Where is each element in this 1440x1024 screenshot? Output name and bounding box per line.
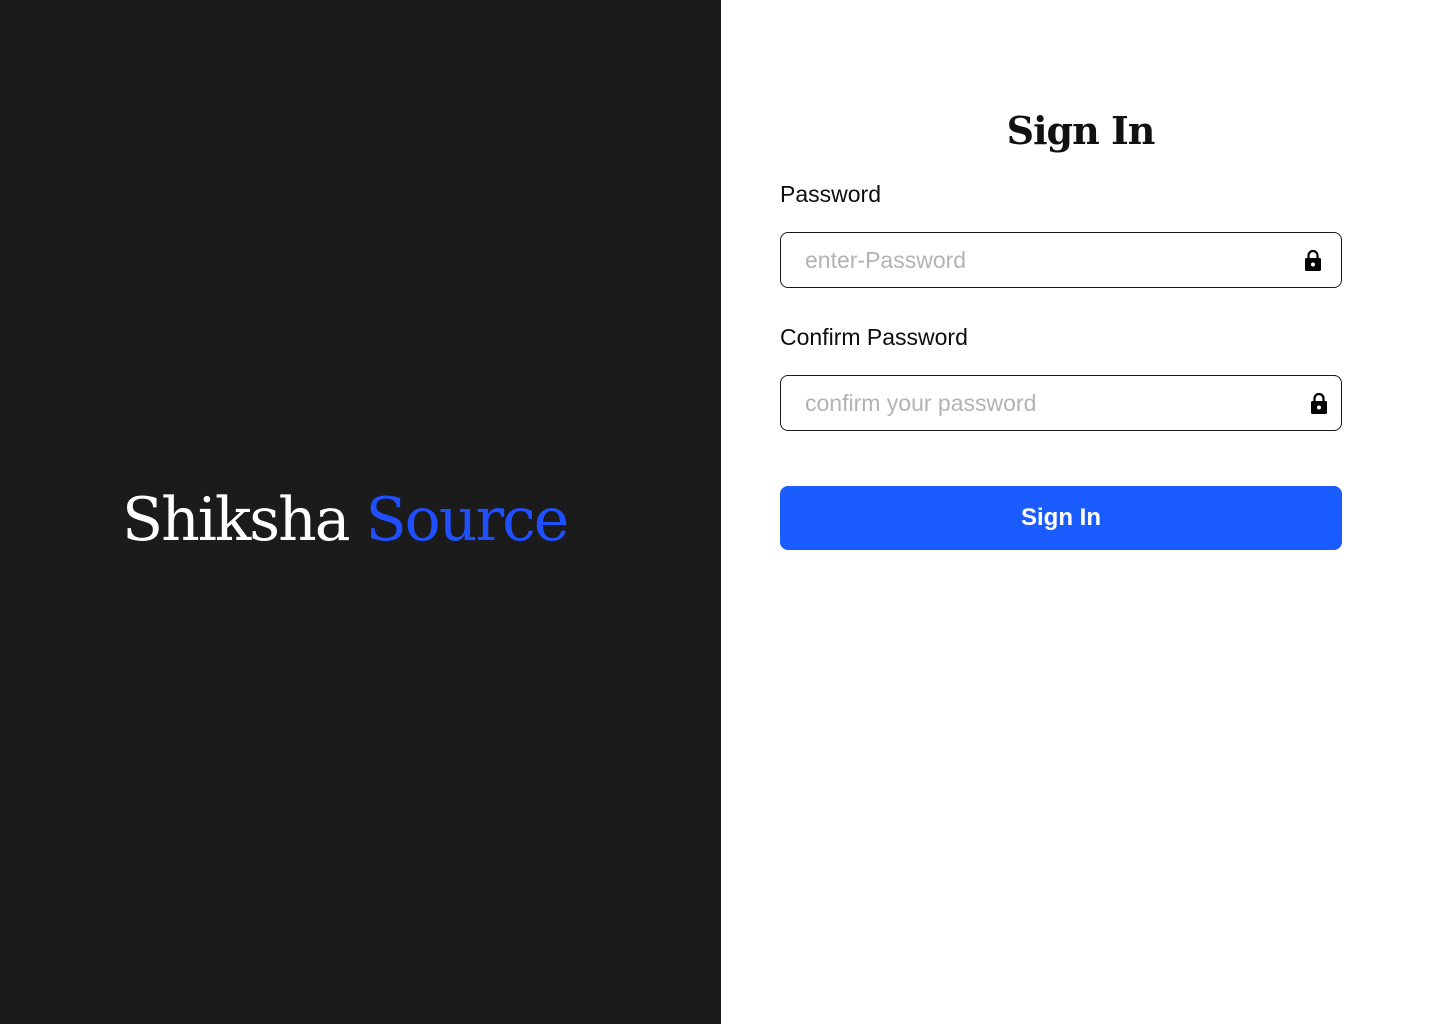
sign-in-panel: Sign In Password Confirm Password Sign I… bbox=[721, 0, 1440, 1024]
brand-logo: Shiksha Source bbox=[122, 482, 570, 558]
password-label: Password bbox=[780, 181, 881, 207]
confirm-password-input[interactable] bbox=[805, 376, 1295, 430]
page-title: Sign In bbox=[1006, 108, 1156, 153]
brand-name-primary: Shiksha bbox=[122, 485, 350, 555]
brand-panel: Shiksha Source bbox=[0, 0, 721, 1024]
password-input[interactable] bbox=[805, 233, 1295, 287]
password-field[interactable] bbox=[780, 232, 1342, 288]
confirm-password-label: Confirm Password bbox=[780, 324, 968, 350]
lock-icon bbox=[1311, 392, 1327, 414]
confirm-password-field[interactable] bbox=[780, 375, 1342, 431]
sign-in-button[interactable]: Sign In bbox=[780, 486, 1342, 550]
lock-icon bbox=[1305, 249, 1321, 271]
brand-name-accent: Source bbox=[365, 485, 570, 555]
